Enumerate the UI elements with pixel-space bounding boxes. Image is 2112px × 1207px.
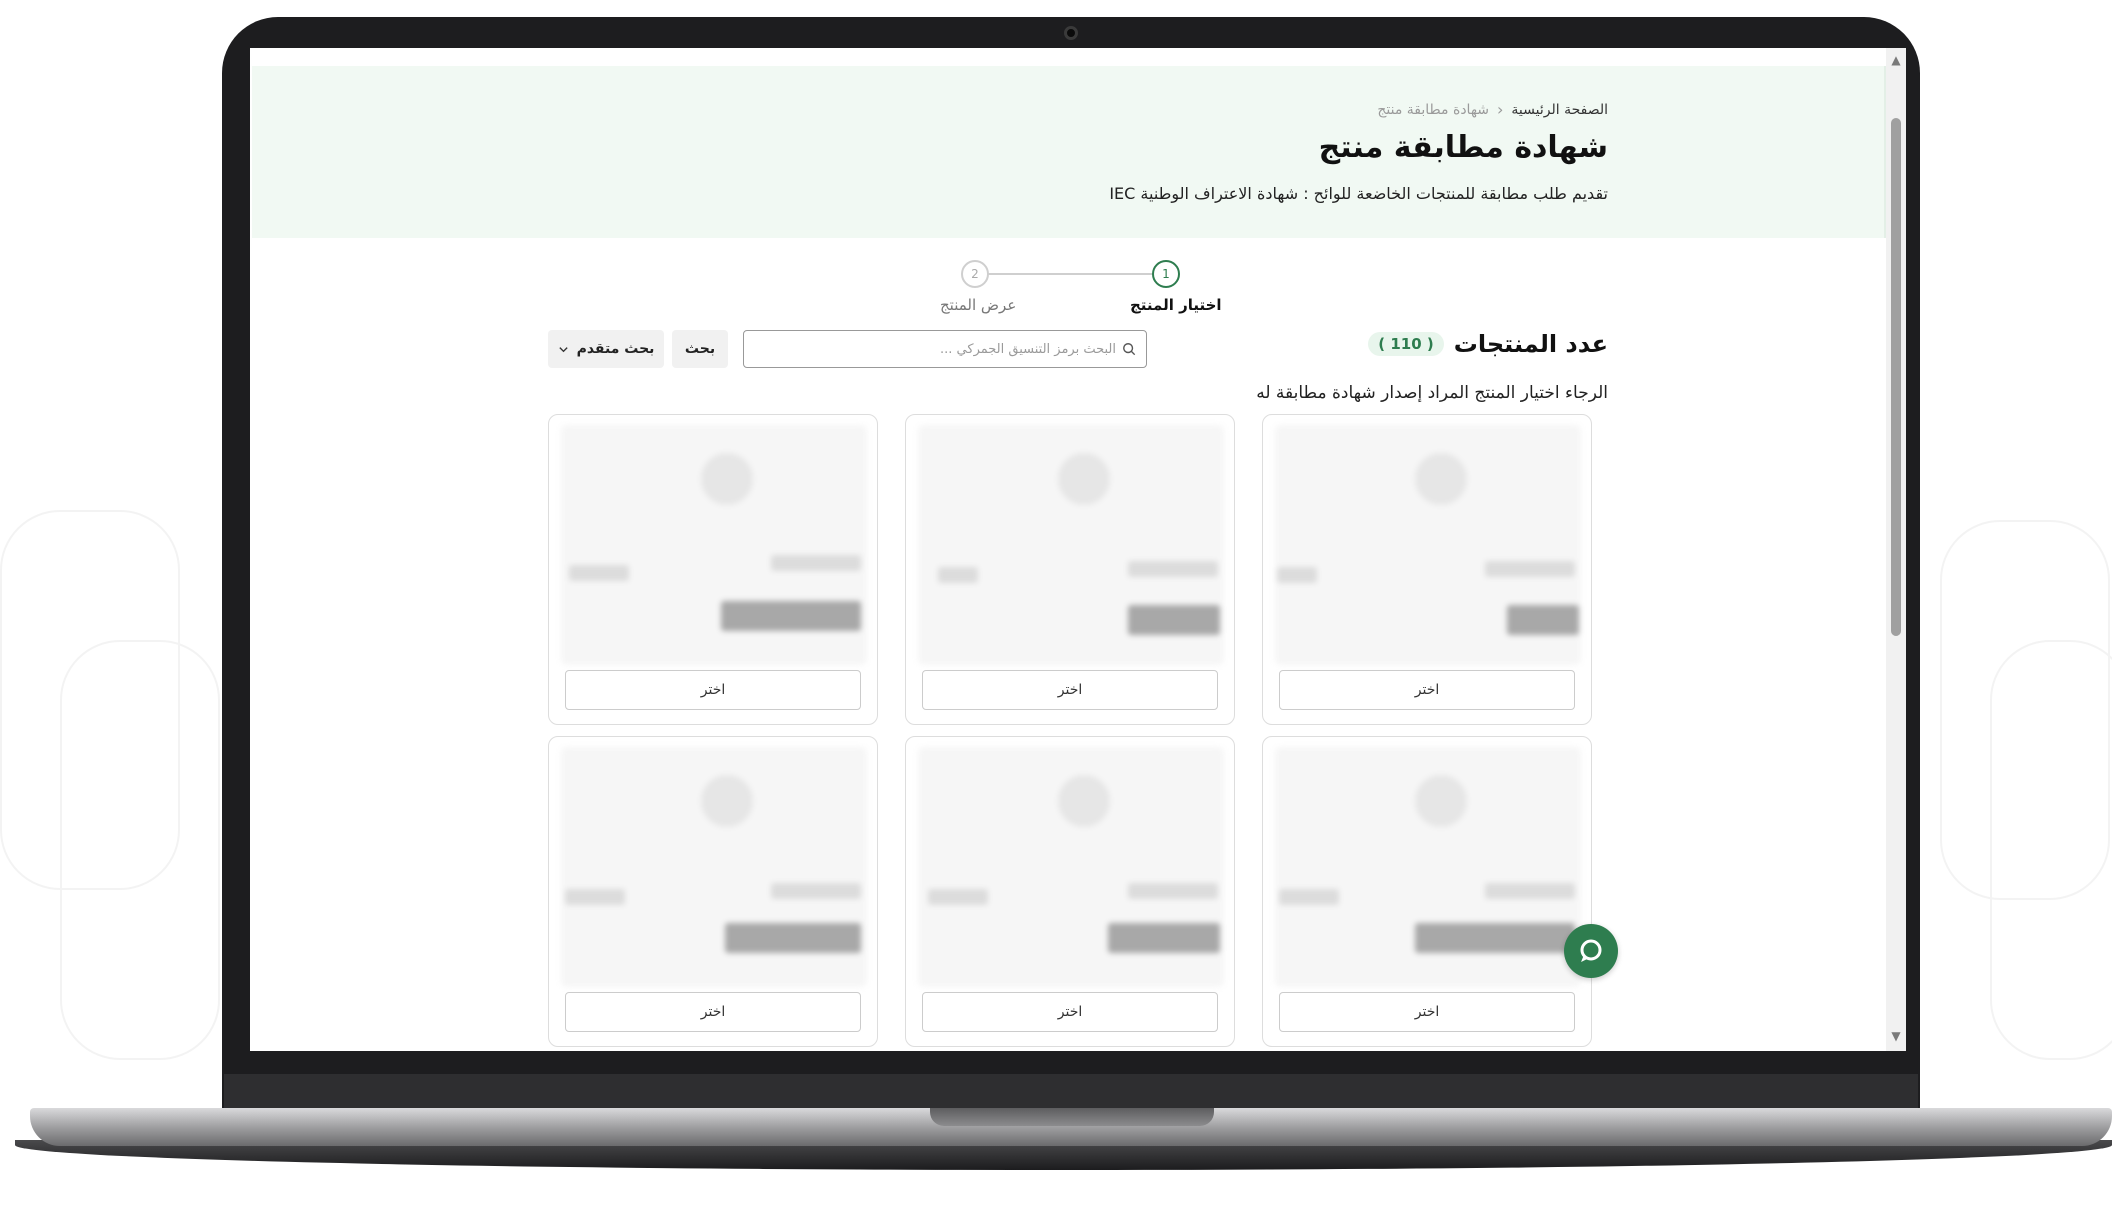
chevron-down-icon — [558, 346, 568, 352]
search-button[interactable]: بحث — [672, 330, 728, 368]
page-header — [252, 66, 1886, 238]
stage: الصفحة الرئيسية ‹ شهادة مطابقة منتج شهاد… — [0, 0, 2112, 1207]
step-1-indicator[interactable]: 1 — [1152, 260, 1180, 288]
page-title: شهادة مطابقة منتج — [1318, 130, 1608, 165]
product-card: اختر — [905, 736, 1235, 1047]
search-icon — [1123, 343, 1136, 356]
search-input[interactable] — [756, 341, 1116, 357]
step-2-label: عرض المنتج — [940, 296, 1017, 314]
breadcrumb-home[interactable]: الصفحة الرئيسية — [1511, 102, 1608, 118]
chat-bubble-icon — [1580, 939, 1602, 963]
chat-button[interactable] — [1564, 924, 1618, 978]
select-product-button[interactable]: اختر — [922, 992, 1218, 1032]
laptop-chin — [224, 1074, 1918, 1112]
select-product-hint: الرجاء اختيار المنتج المراد إصدار شهادة … — [1256, 383, 1608, 403]
product-image-placeholder — [561, 747, 867, 987]
search-field[interactable] — [743, 330, 1147, 368]
select-product-button[interactable]: اختر — [565, 992, 861, 1032]
advanced-search-button[interactable]: بحث متقدم — [548, 330, 664, 368]
background-decoration — [1990, 640, 2112, 1060]
product-image-placeholder — [1275, 425, 1581, 665]
product-card: اختر — [548, 736, 878, 1047]
select-product-button[interactable]: اختر — [1279, 670, 1575, 710]
background-decoration — [60, 640, 220, 1060]
laptop-notch — [930, 1108, 1214, 1126]
product-image-placeholder — [918, 425, 1224, 665]
product-image-placeholder — [918, 747, 1224, 987]
products-count-heading: عدد المنتجات ( 110 ) — [1368, 330, 1608, 358]
step-1-label: اختيار المنتج — [1130, 296, 1222, 314]
product-card: اختر — [548, 414, 878, 725]
screen: الصفحة الرئيسية ‹ شهادة مطابقة منتج شهاد… — [250, 48, 1906, 1051]
scroll-down-arrow-icon[interactable]: ▼ — [1889, 1030, 1903, 1042]
chevron-left-icon: ‹ — [1497, 100, 1504, 119]
advanced-search-label: بحث متقدم — [576, 341, 655, 357]
products-count-badge: ( 110 ) — [1368, 332, 1444, 356]
scrollbar-thumb[interactable] — [1891, 118, 1901, 636]
product-image-placeholder — [1275, 747, 1581, 987]
stepper-line — [984, 273, 1152, 275]
products-count-label: عدد المنتجات — [1453, 330, 1608, 358]
product-card: اختر — [905, 414, 1235, 725]
select-product-button[interactable]: اختر — [565, 670, 861, 710]
select-product-button[interactable]: اختر — [1279, 992, 1575, 1032]
scroll-up-arrow-icon[interactable]: ▲ — [1889, 54, 1903, 66]
select-product-button[interactable]: اختر — [922, 670, 1218, 710]
page-subtitle: تقديم طلب مطابقة للمنتجات الخاضعة للوائح… — [1109, 184, 1608, 203]
product-card: اختر — [1262, 736, 1592, 1047]
camera — [1064, 26, 1078, 40]
product-image-placeholder — [561, 425, 867, 665]
product-card: اختر — [1262, 414, 1592, 725]
step-2-indicator[interactable]: 2 — [961, 260, 989, 288]
breadcrumb: الصفحة الرئيسية ‹ شهادة مطابقة منتج — [1377, 100, 1608, 119]
breadcrumb-current: شهادة مطابقة منتج — [1377, 101, 1489, 118]
